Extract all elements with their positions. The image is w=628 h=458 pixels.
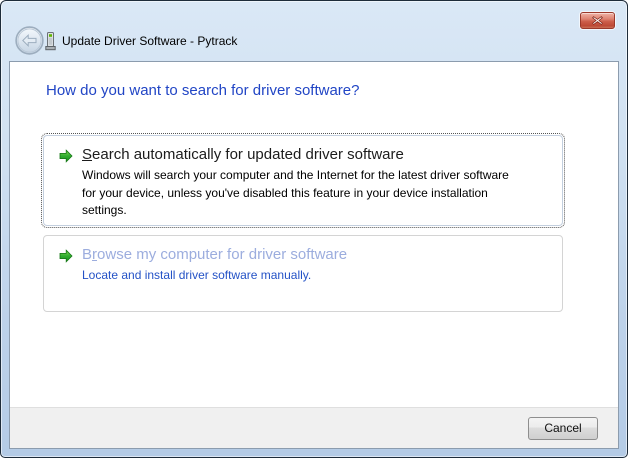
option-text-block: Search automatically for updated driver … [82, 145, 548, 220]
wizard-body: How do you want to search for driver sof… [10, 62, 618, 407]
device-icon [44, 31, 57, 57]
option-browse-title: Browse my computer for driver software [82, 245, 548, 264]
green-arrow-icon [58, 148, 74, 169]
close-button[interactable] [580, 12, 615, 29]
cancel-button[interactable]: Cancel [528, 417, 598, 440]
option-browse-description: Locate and install driver software manua… [82, 267, 548, 285]
option-search-automatically[interactable]: Search automatically for updated driver … [43, 135, 563, 226]
option-search-title: Search automatically for updated driver … [82, 145, 548, 164]
option-search-description: Windows will search your computer and th… [82, 167, 548, 220]
close-icon [592, 13, 603, 28]
update-driver-wizard-window: Update Driver Software - Pytrack How do … [0, 0, 628, 458]
back-button[interactable] [15, 26, 44, 55]
back-arrow-icon [15, 43, 44, 58]
wizard-client-area: How do you want to search for driver sof… [9, 61, 619, 449]
option-text-block: Browse my computer for driver software L… [82, 245, 548, 285]
option-browse-computer[interactable]: Browse my computer for driver software L… [43, 235, 563, 312]
page-title: How do you want to search for driver sof… [46, 81, 618, 100]
window-title: Update Driver Software - Pytrack [62, 34, 237, 48]
titlebar: Update Driver Software - Pytrack [1, 1, 627, 61]
green-arrow-icon [58, 248, 74, 269]
footer-bar: Cancel [10, 407, 618, 448]
